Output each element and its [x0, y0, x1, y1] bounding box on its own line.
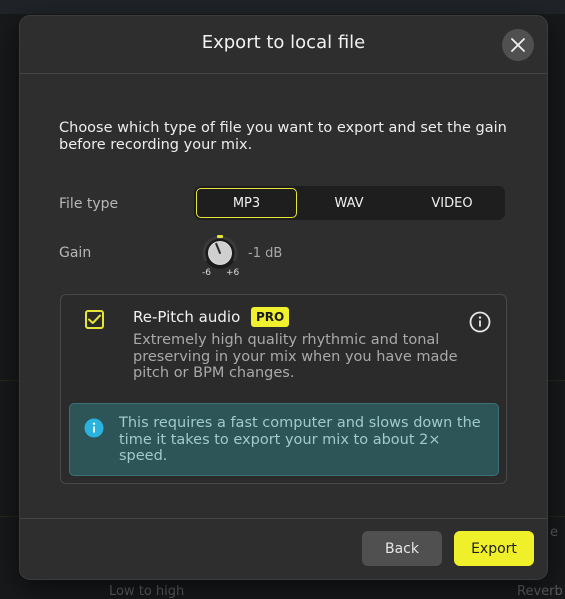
dialog-header: Export to local file	[20, 16, 547, 74]
repitch-info-button[interactable]	[469, 311, 491, 333]
file-type-selector: MP3 WAV VIDEO	[194, 186, 505, 220]
gain-max-label: +6	[226, 268, 240, 278]
file-type-label: File type	[59, 196, 119, 212]
info-circle-icon	[84, 418, 104, 438]
dialog-title: Export to local file	[201, 32, 366, 53]
checkmark-icon	[88, 314, 101, 324]
file-type-video-button[interactable]: VIDEO	[401, 188, 503, 218]
repitch-checkbox[interactable]	[85, 310, 104, 329]
background-label-left: Low to high	[109, 584, 185, 599]
pro-badge: PRO	[251, 307, 290, 327]
gain-min-label: -6	[202, 268, 211, 278]
back-button[interactable]: Back	[362, 531, 442, 566]
performance-notice-text: This requires a fast computer and slows …	[119, 415, 481, 464]
export-button[interactable]: Export	[454, 531, 534, 566]
export-dialog: Export to local file Choose which type o…	[20, 16, 547, 579]
close-icon	[511, 38, 525, 52]
footer-divider	[20, 518, 547, 519]
background-label-edge: e	[550, 525, 558, 540]
info-icon	[469, 311, 491, 333]
gain-value: -1 dB	[248, 246, 283, 261]
dialog-description: Choose which type of file you want to ex…	[59, 120, 507, 153]
background-app-bar	[0, 0, 565, 14]
close-button[interactable]	[502, 29, 534, 61]
gain-label: Gain	[59, 245, 92, 261]
file-type-mp3-button[interactable]: MP3	[196, 188, 297, 218]
file-type-wav-button[interactable]: WAV	[299, 188, 399, 218]
repitch-title: Re-Pitch audio	[133, 308, 241, 326]
repitch-description: Extremely high quality rhythmic and tona…	[133, 332, 458, 381]
background-label-right: Reverb	[517, 584, 563, 599]
